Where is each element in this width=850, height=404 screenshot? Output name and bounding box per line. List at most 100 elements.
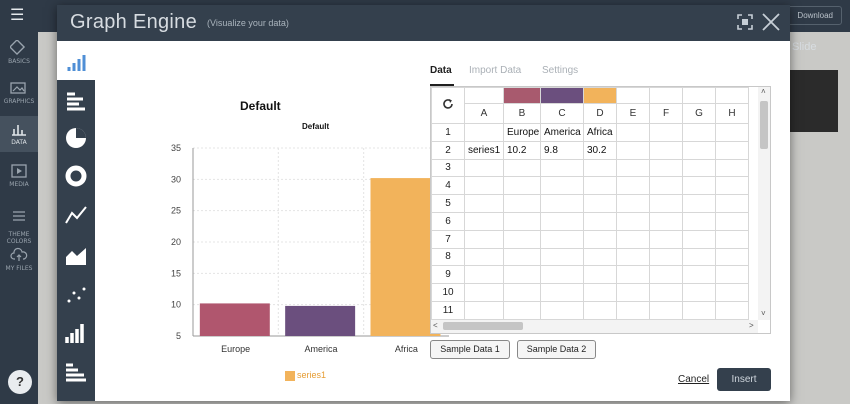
column-header[interactable]: A <box>464 103 504 124</box>
table-cell[interactable] <box>540 176 584 196</box>
table-cell[interactable] <box>715 265 749 285</box>
table-cell[interactable] <box>616 247 650 267</box>
table-cell[interactable] <box>583 158 617 178</box>
close-icon[interactable] <box>760 11 782 33</box>
column-header[interactable]: F <box>649 103 683 124</box>
table-cell[interactable]: 10.2 <box>503 140 541 160</box>
table-cell[interactable] <box>464 229 504 249</box>
line-chart-icon[interactable] <box>64 203 88 227</box>
scroll-left-icon[interactable]: < <box>433 321 438 330</box>
table-cell[interactable] <box>503 176 541 196</box>
table-cell[interactable] <box>715 211 749 231</box>
table-cell[interactable] <box>616 283 650 302</box>
row-header[interactable]: 1 <box>431 123 465 142</box>
row-header[interactable]: 9 <box>431 265 465 285</box>
row-header[interactable]: 2 <box>431 140 465 160</box>
table-cell[interactable] <box>583 247 617 267</box>
row-header[interactable]: 4 <box>431 176 465 196</box>
table-cell[interactable] <box>649 194 683 213</box>
table-cell[interactable] <box>682 194 716 213</box>
row-header[interactable]: 11 <box>431 300 465 320</box>
table-cell[interactable] <box>503 194 541 213</box>
table-cell[interactable] <box>503 300 541 320</box>
table-cell[interactable] <box>649 158 683 178</box>
table-cell[interactable] <box>682 229 716 249</box>
tab-settings[interactable]: Settings <box>542 65 578 76</box>
table-cell[interactable] <box>682 158 716 178</box>
table-cell[interactable]: 9.8 <box>540 140 584 160</box>
table-cell[interactable] <box>503 158 541 178</box>
row-header[interactable]: 10 <box>431 283 465 302</box>
row-header[interactable]: 6 <box>431 211 465 231</box>
table-cell[interactable] <box>682 265 716 285</box>
table-cell[interactable] <box>682 140 716 160</box>
table-cell[interactable] <box>715 140 749 160</box>
table-cell[interactable] <box>540 229 584 249</box>
refresh-icon[interactable] <box>442 98 454 110</box>
donut-chart-icon[interactable] <box>64 164 88 188</box>
table-cell[interactable] <box>649 176 683 196</box>
scroll-down-icon[interactable]: ˅ <box>761 309 766 318</box>
table-cell[interactable] <box>540 211 584 231</box>
table-cell[interactable] <box>540 247 584 267</box>
scroll-up-icon[interactable]: ˄ <box>761 87 766 96</box>
table-cell[interactable] <box>540 283 584 302</box>
table-cell[interactable] <box>649 247 683 267</box>
table-cell[interactable] <box>503 247 541 267</box>
table-cell[interactable] <box>583 283 617 302</box>
horizontal-scrollbar[interactable]: < > <box>431 320 758 333</box>
table-cell[interactable] <box>649 265 683 285</box>
table-cell[interactable] <box>540 158 584 178</box>
table-cell[interactable] <box>464 158 504 178</box>
horizontal-scroll-thumb[interactable] <box>443 322 523 330</box>
horizontal-bar-icon[interactable] <box>64 89 88 113</box>
chart-legend[interactable]: series1 <box>285 370 326 381</box>
scatter-chart-icon[interactable] <box>64 283 88 307</box>
column-header[interactable]: B <box>503 103 541 124</box>
insert-button[interactable]: Insert <box>717 368 771 391</box>
table-cell[interactable] <box>715 300 749 320</box>
column-header[interactable]: D <box>583 103 617 124</box>
column-header[interactable]: C <box>540 103 584 124</box>
table-cell[interactable]: 30.2 <box>583 140 617 160</box>
sample-data-1-button[interactable]: Sample Data 1 <box>430 340 510 359</box>
table-cell[interactable] <box>649 123 683 142</box>
table-cell[interactable]: Africa <box>583 123 617 142</box>
table-cell[interactable] <box>540 265 584 285</box>
table-cell[interactable] <box>682 123 716 142</box>
stacked-bar-icon[interactable] <box>64 359 88 383</box>
table-cell[interactable] <box>616 211 650 231</box>
table-cell[interactable] <box>464 123 504 142</box>
table-cell[interactable] <box>616 194 650 213</box>
table-cell[interactable] <box>464 265 504 285</box>
table-cell[interactable] <box>616 140 650 160</box>
table-cell[interactable] <box>464 194 504 213</box>
table-cell[interactable]: America <box>540 123 584 142</box>
table-cell[interactable] <box>464 176 504 196</box>
refresh-cell[interactable] <box>431 87 465 124</box>
sample-data-2-button[interactable]: Sample Data 2 <box>517 340 596 359</box>
table-cell[interactable] <box>464 300 504 320</box>
table-cell[interactable] <box>540 300 584 320</box>
table-cell[interactable]: Europe <box>503 123 541 142</box>
table-cell[interactable] <box>682 283 716 302</box>
table-cell[interactable] <box>583 176 617 196</box>
tab-import-data[interactable]: Import Data <box>469 65 521 76</box>
table-cell[interactable] <box>616 176 650 196</box>
cancel-button[interactable]: Cancel <box>678 374 709 385</box>
table-cell[interactable] <box>715 176 749 196</box>
table-cell[interactable] <box>715 229 749 249</box>
table-cell[interactable] <box>715 283 749 302</box>
table-cell[interactable] <box>715 247 749 267</box>
table-cell[interactable] <box>715 194 749 213</box>
table-cell[interactable] <box>464 211 504 231</box>
table-cell[interactable] <box>649 283 683 302</box>
tab-data[interactable]: Data <box>430 65 452 76</box>
series-color-swatch[interactable] <box>540 87 584 104</box>
data-grid[interactable]: A B C D E F G H 1 Europe America Africa 2 series1 10.2… <box>430 86 771 334</box>
table-cell[interactable] <box>682 176 716 196</box>
column-header[interactable]: G <box>682 103 716 124</box>
table-cell[interactable] <box>649 140 683 160</box>
row-header[interactable]: 3 <box>431 158 465 178</box>
series-color-swatch[interactable] <box>583 87 617 104</box>
